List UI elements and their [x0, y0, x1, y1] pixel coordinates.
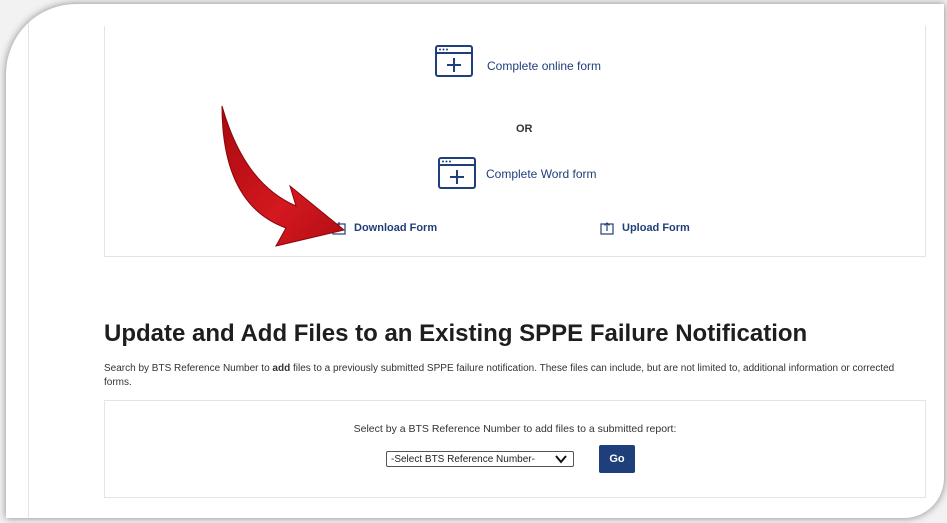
upload-form-label: Upload Form: [622, 222, 690, 234]
upload-form-link[interactable]: Upload Form: [600, 221, 690, 235]
desc-pre: Search by BTS Reference Number to: [104, 363, 273, 374]
chevron-down-icon: [555, 455, 567, 464]
title-bold-part: Update and Add Files: [104, 320, 349, 347]
update-section-description: Search by BTS Reference Number to add fi…: [104, 362, 904, 390]
window-plus-icon[interactable]: [435, 45, 473, 77]
desc-bold: add: [272, 363, 291, 374]
page-content: Complete online form OR Complete Word fo…: [28, 18, 944, 518]
complete-online-form-link[interactable]: Complete online form: [487, 59, 601, 73]
reference-search-card: Select by a BTS Reference Number to add …: [104, 400, 926, 498]
complete-word-form-link[interactable]: Complete Word form: [486, 167, 596, 181]
select-label: Select by a BTS Reference Number to add …: [353, 423, 677, 435]
upload-icon: [600, 222, 614, 235]
screenshot-frame: Complete online form OR Complete Word fo…: [6, 4, 944, 518]
update-section-title: Update and Add Files to an Existing SPPE…: [104, 320, 807, 348]
or-separator: OR: [516, 123, 533, 135]
bts-reference-select[interactable]: -Select BTS Reference Number-: [386, 451, 574, 467]
arrow-annotation: [221, 105, 346, 247]
go-button[interactable]: Go: [599, 445, 635, 473]
title-rest-part: to an Existing SPPE Failure Notification: [348, 320, 808, 347]
select-value: -Select BTS Reference Number-: [391, 453, 535, 465]
window-plus-icon[interactable]: [438, 157, 476, 189]
